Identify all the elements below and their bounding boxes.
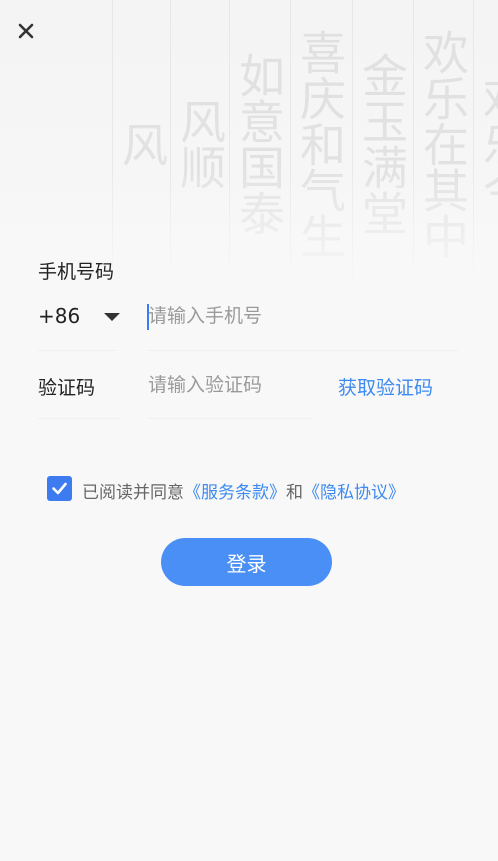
checkmark-icon <box>52 482 67 495</box>
agreement-text: 已阅读并同意《服务条款》和《隐私协议》 <box>82 478 405 503</box>
close-icon <box>18 23 34 39</box>
text-cursor <box>147 304 149 330</box>
code-label: 验证码 <box>38 377 96 399</box>
get-code-button[interactable]: 获取验证码 <box>338 373 433 400</box>
agreement-connector: 和 <box>286 483 303 503</box>
phone-label: 手机号码 <box>38 261 115 283</box>
country-code-selector[interactable]: +86 <box>38 304 80 328</box>
phone-input[interactable] <box>148 300 448 332</box>
agreement-checkbox[interactable] <box>47 476 72 501</box>
login-button[interactable]: 登录 <box>161 538 332 586</box>
terms-link[interactable]: 《服务条款》 <box>184 483 286 503</box>
calligraphy-background: 风 风顺 如意国泰 喜庆和气生 金玉满堂 欢乐在其中 欢乐今 <box>0 0 498 290</box>
agreement-prefix: 已阅读并同意 <box>82 483 184 503</box>
divider <box>148 418 313 419</box>
divider <box>38 350 116 351</box>
divider <box>148 350 458 351</box>
divider <box>38 418 120 419</box>
privacy-link[interactable]: 《隐私协议》 <box>303 483 405 503</box>
caret-down-icon[interactable] <box>103 312 121 322</box>
close-button[interactable] <box>12 17 40 45</box>
code-input[interactable] <box>148 369 318 401</box>
